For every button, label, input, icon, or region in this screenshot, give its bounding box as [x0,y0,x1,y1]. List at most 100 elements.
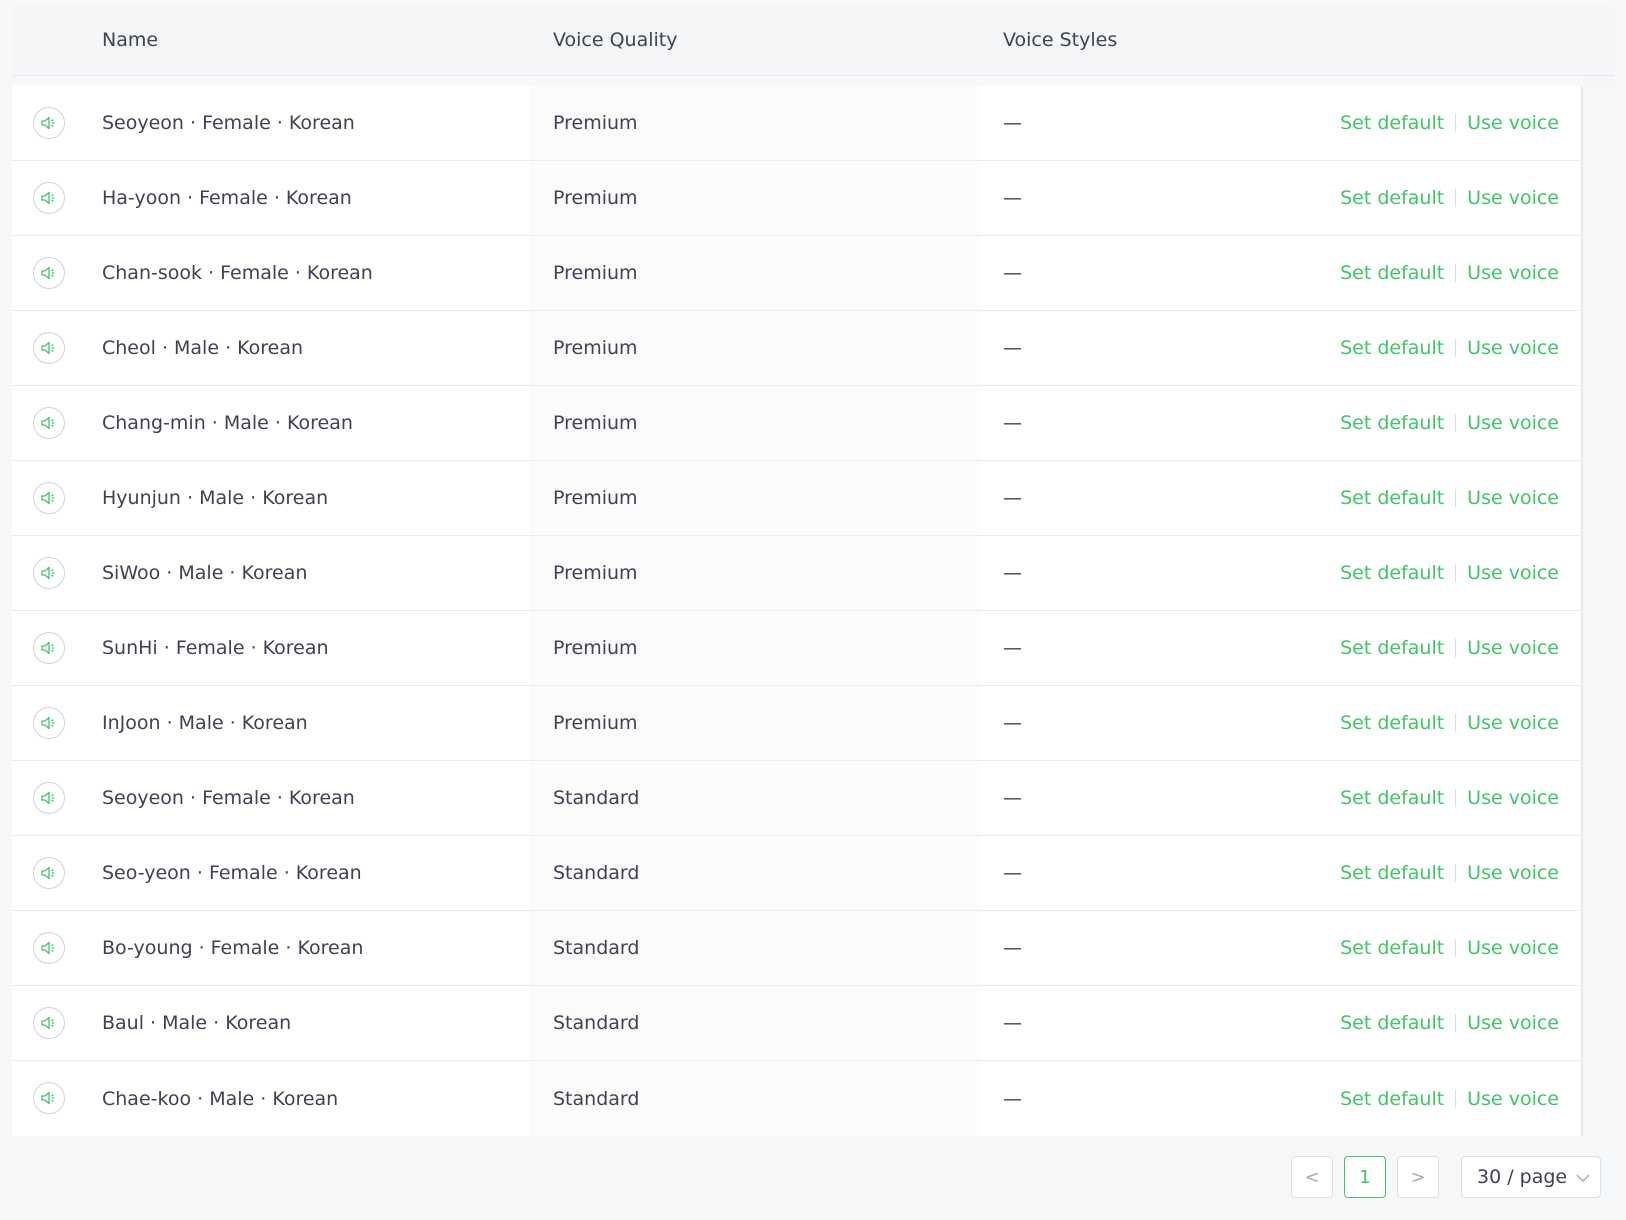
voice-styles: — [1003,862,1022,884]
set-default-button[interactable]: Set default [1340,1012,1444,1034]
set-default-button[interactable]: Set default [1340,862,1444,884]
set-default-button[interactable]: Set default [1340,712,1444,734]
table-row: SunHi · Female · Korean Premium — Set defau… [12,611,1581,686]
action-divider [1455,339,1457,357]
pagination: < 1 > 30 / page [1291,1156,1601,1198]
use-voice-button[interactable]: Use voice [1467,637,1559,659]
page-size-select[interactable]: 30 / page [1461,1156,1601,1198]
row-actions: Set default Use voice [1340,337,1559,359]
set-default-button[interactable]: Set default [1340,562,1444,584]
use-voice-button[interactable]: Use voice [1467,112,1559,134]
use-voice-button[interactable]: Use voice [1467,187,1559,209]
play-preview-button[interactable] [33,107,65,139]
action-divider [1455,489,1457,507]
action-divider [1455,714,1457,732]
voice-styles: — [1003,262,1022,284]
row-actions: Set default Use voice [1340,562,1559,584]
voice-styles: — [1003,1012,1022,1034]
set-default-button[interactable]: Set default [1340,112,1444,134]
voice-name: SunHi · Female · Korean [102,637,329,659]
use-voice-button[interactable]: Use voice [1467,262,1559,284]
column-header-voice-quality: Voice Quality [553,28,678,51]
prev-page-button[interactable]: < [1291,1156,1333,1198]
play-preview-button[interactable] [33,182,65,214]
use-voice-button[interactable]: Use voice [1467,787,1559,809]
row-actions: Set default Use voice [1340,712,1559,734]
table-row: Chae-koo · Male · Korean Standard — Set def… [12,1061,1581,1136]
row-actions: Set default Use voice [1340,862,1559,884]
voice-quality: Premium [553,562,638,584]
action-divider [1455,414,1457,432]
table-header: Name Voice Quality Voice Styles [12,4,1614,76]
set-default-button[interactable]: Set default [1340,412,1444,434]
play-preview-button[interactable] [33,857,65,889]
voice-quality: Premium [553,262,638,284]
play-preview-button[interactable] [33,257,65,289]
table-row: Hyunjun · Male · Korean Premium — Set defau… [12,461,1581,536]
use-voice-button[interactable]: Use voice [1467,937,1559,959]
play-preview-button[interactable] [33,557,65,589]
table-row: Baul · Male · Korean Standard — Set default… [12,986,1581,1061]
voice-styles: — [1003,637,1022,659]
play-preview-button[interactable] [33,332,65,364]
table-row: SiWoo · Male · Korean Premium — Set default… [12,536,1581,611]
row-actions: Set default Use voice [1340,262,1559,284]
play-preview-button[interactable] [33,932,65,964]
play-preview-button[interactable] [33,782,65,814]
voice-name: Baul · Male · Korean [102,1012,292,1034]
chevron-left-icon: < [1304,1166,1320,1188]
play-preview-button[interactable] [33,1007,65,1039]
use-voice-button[interactable]: Use voice [1467,487,1559,509]
row-actions: Set default Use voice [1340,487,1559,509]
set-default-button[interactable]: Set default [1340,1088,1444,1110]
use-voice-button[interactable]: Use voice [1467,337,1559,359]
speaker-icon [40,714,58,732]
table-row: Seo-yeon · Female · Korean Standard — Set d… [12,836,1581,911]
set-default-button[interactable]: Set default [1340,337,1444,359]
play-preview-button[interactable] [33,482,65,514]
voice-name: SiWoo · Male · Korean [102,562,308,584]
next-page-button[interactable]: > [1397,1156,1439,1198]
play-preview-button[interactable] [33,1082,65,1114]
voice-name: Seoyeon · Female · Korean [102,112,355,134]
voice-name: InJoon · Male · Korean [102,712,308,734]
set-default-button[interactable]: Set default [1340,787,1444,809]
play-preview-button[interactable] [33,407,65,439]
voice-quality: Standard [553,1012,640,1034]
voice-name: Chang-min · Male · Korean [102,412,353,434]
action-divider [1455,939,1457,957]
speaker-icon [40,939,58,957]
action-divider [1455,789,1457,807]
speaker-icon [40,864,58,882]
voices-table: Name Voice Quality Voice Styles Seoyeon … [12,4,1614,1136]
use-voice-button[interactable]: Use voice [1467,412,1559,434]
speaker-icon [40,1089,58,1107]
chevron-down-icon [1576,1166,1590,1188]
set-default-button[interactable]: Set default [1340,262,1444,284]
voice-name: Bo-young · Female · Korean [102,937,364,959]
table-row: Chang-min · Male · Korean Premium — Set def… [12,386,1581,461]
action-divider [1455,114,1457,132]
set-default-button[interactable]: Set default [1340,187,1444,209]
voice-quality: Premium [553,112,638,134]
use-voice-button[interactable]: Use voice [1467,562,1559,584]
chevron-right-icon: > [1410,1166,1426,1188]
set-default-button[interactable]: Set default [1340,937,1444,959]
use-voice-button[interactable]: Use voice [1467,862,1559,884]
voice-quality: Standard [553,1087,640,1110]
use-voice-button[interactable]: Use voice [1467,1012,1559,1034]
use-voice-button[interactable]: Use voice [1467,712,1559,734]
use-voice-button[interactable]: Use voice [1467,1088,1559,1110]
play-preview-button[interactable] [33,707,65,739]
voice-name: Hyunjun · Male · Korean [102,487,329,509]
voice-styles: — [1003,112,1022,134]
page-number-button[interactable]: 1 [1344,1156,1386,1198]
set-default-button[interactable]: Set default [1340,637,1444,659]
action-divider [1455,564,1457,582]
play-preview-button[interactable] [33,632,65,664]
row-actions: Set default Use voice [1340,1088,1559,1110]
set-default-button[interactable]: Set default [1340,487,1444,509]
speaker-icon [40,339,58,357]
action-divider [1455,1089,1457,1108]
voice-name: Seo-yeon · Female · Korean [102,862,362,884]
